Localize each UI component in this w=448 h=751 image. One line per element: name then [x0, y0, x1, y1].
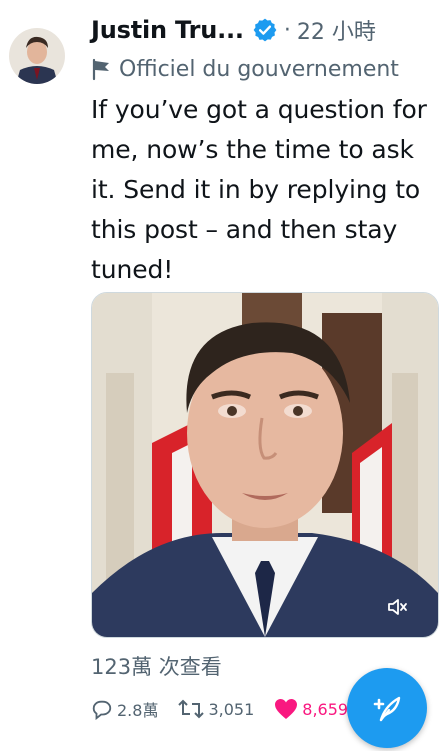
timestamp[interactable]: 22 小時	[297, 14, 376, 46]
mute-button[interactable]	[383, 593, 411, 621]
view-count: 123萬 次查看	[91, 655, 222, 679]
flag-icon	[92, 58, 109, 81]
volume-muted-icon	[388, 599, 407, 615]
tweet-text: If you’ve got a question for me, now’s t…	[91, 95, 427, 284]
retweet-icon	[178, 699, 205, 719]
verified-badge-icon	[253, 18, 277, 42]
retweet-count: 3,051	[208, 699, 255, 719]
reply-button[interactable]: 2.8萬	[91, 697, 158, 721]
avatar[interactable]	[8, 14, 66, 98]
author-name[interactable]: Justin Tru...	[91, 16, 244, 44]
like-button[interactable]: 8,659	[274, 698, 348, 720]
separator: ·	[283, 17, 291, 43]
account-label[interactable]: Officiel du gouvernement	[91, 52, 448, 86]
reply-count: 2.8萬	[117, 701, 159, 720]
reply-icon	[92, 700, 112, 720]
compose-icon	[373, 696, 401, 722]
tweet-video[interactable]	[91, 292, 439, 638]
retweet-button[interactable]: 3,051	[178, 698, 254, 720]
account-label-text: Officiel du gouvernement	[119, 56, 399, 82]
heart-icon	[275, 699, 298, 719]
like-count: 8,659	[302, 699, 349, 719]
tweet-header: Justin Tru... · 22 小時	[91, 12, 448, 48]
compose-button[interactable]	[347, 668, 427, 748]
